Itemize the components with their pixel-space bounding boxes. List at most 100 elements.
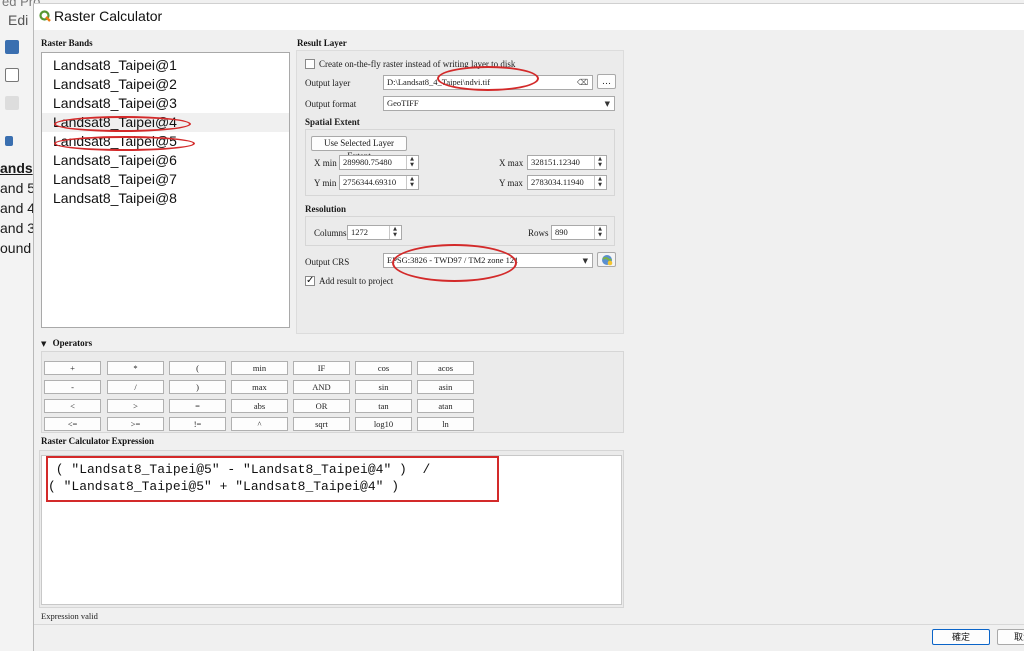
- dialog-titlebar[interactable]: Raster Calculator: [34, 4, 1024, 30]
- spatial-extent-label: Spatial Extent: [305, 117, 360, 127]
- spin-arrows-icon[interactable]: ▲ ▼: [406, 156, 417, 169]
- band-item-selected[interactable]: Landsat8_Taipei@4: [42, 113, 289, 132]
- band-item[interactable]: Landsat8_Taipei@7: [42, 170, 289, 189]
- op-sin-button[interactable]: sin: [355, 380, 412, 394]
- layer-label[interactable]: and 5: [0, 178, 35, 198]
- op-plus-button[interactable]: +: [44, 361, 101, 375]
- on-the-fly-label: Create on-the-fly raster instead of writ…: [319, 59, 516, 69]
- columns-label: Columns: [314, 228, 347, 238]
- columns-spinbox[interactable]: 1272 ▲ ▼: [347, 225, 402, 240]
- ymin-spinbox[interactable]: 2756344.69310 ▲ ▼: [339, 175, 419, 190]
- ymin-value: 2756344.69310: [343, 177, 397, 187]
- op-or-button[interactable]: OR: [293, 399, 350, 413]
- op-asin-button[interactable]: asin: [417, 380, 474, 394]
- xmin-spinbox[interactable]: 289980.75480 ▲ ▼: [339, 155, 419, 170]
- op-less-than-button[interactable]: <: [44, 399, 101, 413]
- band-item[interactable]: Landsat8_Taipei@1: [42, 56, 289, 75]
- output-format-select[interactable]: GeoTIFF ▼: [383, 96, 615, 111]
- operators-header[interactable]: ▼ Operators: [41, 338, 92, 348]
- expression-status: Expression valid: [41, 611, 98, 621]
- band-item[interactable]: Landsat8_Taipei@3: [42, 94, 289, 113]
- op-multiply-button[interactable]: *: [107, 361, 164, 375]
- vector-layer-icon[interactable]: [5, 68, 19, 82]
- op-less-equal-button[interactable]: <=: [44, 417, 101, 431]
- raster-bands-list[interactable]: Landsat8_Taipei@1 Landsat8_Taipei@2 Land…: [41, 52, 290, 328]
- columns-value: 1272: [351, 227, 368, 237]
- layer-label[interactable]: and 3: [0, 218, 35, 238]
- ok-button[interactable]: 確定: [932, 629, 990, 645]
- select-crs-button[interactable]: [597, 252, 616, 267]
- band-item[interactable]: Landsat8_Taipei@2: [42, 75, 289, 94]
- xmin-value: 289980.75480: [343, 157, 392, 167]
- layer-group-label[interactable]: ands: [0, 158, 35, 178]
- collapse-triangle-icon[interactable]: ▼: [41, 340, 46, 348]
- ymax-spinbox[interactable]: 2783034.11940 ▲ ▼: [527, 175, 607, 190]
- raster-bands-label: Raster Bands: [41, 38, 93, 48]
- op-log10-button[interactable]: log10: [355, 417, 412, 431]
- xmax-label: X max: [499, 158, 524, 168]
- chevron-down-icon: ▼: [604, 100, 610, 108]
- operators-label: Operators: [52, 338, 93, 348]
- band-item[interactable]: Landsat8_Taipei@6: [42, 151, 289, 170]
- op-cos-button[interactable]: cos: [355, 361, 412, 375]
- output-layer-field[interactable]: D:\Landsat8_4_Taipei\ndvi.tif: [383, 75, 593, 90]
- op-not-equal-button[interactable]: !=: [169, 417, 226, 431]
- op-greater-than-button[interactable]: >: [107, 399, 164, 413]
- layer-label[interactable]: and 4: [0, 198, 35, 218]
- op-acos-button[interactable]: acos: [417, 361, 474, 375]
- expression-label: Raster Calculator Expression: [41, 436, 155, 446]
- save-project-icon[interactable]: [5, 40, 19, 54]
- xmax-spinbox[interactable]: 328151.12340 ▲ ▼: [527, 155, 607, 170]
- rows-spinbox[interactable]: 890 ▲ ▼: [551, 225, 607, 240]
- expression-editor[interactable]: ( "Landsat8_Taipei@5" - "Landsat8_Taipei…: [41, 455, 622, 605]
- op-close-paren-button[interactable]: ): [169, 380, 226, 394]
- filter-icon[interactable]: [5, 136, 13, 146]
- layer-label[interactable]: ound: [0, 238, 35, 258]
- output-crs-label: Output CRS: [305, 257, 350, 267]
- result-layer-label: Result Layer: [297, 38, 347, 48]
- band-item[interactable]: Landsat8_Taipei@8: [42, 189, 289, 208]
- xmax-value: 328151.12340: [531, 157, 580, 167]
- spatial-extent-group: Use Selected Layer Extent X min 289980.7…: [305, 129, 615, 196]
- op-abs-button[interactable]: abs: [231, 399, 288, 413]
- spin-arrows-icon[interactable]: ▲ ▼: [594, 226, 605, 239]
- op-min-button[interactable]: min: [231, 361, 288, 375]
- op-atan-button[interactable]: atan: [417, 399, 474, 413]
- dialog-title: Raster Calculator: [54, 8, 163, 24]
- clear-field-icon[interactable]: ⌫: [577, 78, 588, 87]
- op-if-button[interactable]: IF: [293, 361, 350, 375]
- op-equals-button[interactable]: =: [169, 399, 226, 413]
- op-divide-button[interactable]: /: [107, 380, 164, 394]
- add-to-project-label: Add result to project: [319, 276, 394, 286]
- op-power-button[interactable]: ^: [231, 417, 288, 431]
- op-max-button[interactable]: max: [231, 380, 288, 394]
- spin-arrows-icon[interactable]: ▲ ▼: [594, 156, 605, 169]
- raster-calculator-dialog: Raster Calculator Raster Bands Landsat8_…: [33, 3, 1024, 651]
- op-open-paren-button[interactable]: (: [169, 361, 226, 375]
- output-crs-select[interactable]: EPSG:3826 - TWD97 / TM2 zone 121 ▼: [383, 253, 593, 268]
- spin-arrows-icon[interactable]: ▲ ▼: [594, 176, 605, 189]
- globe-icon: [601, 255, 612, 266]
- browse-button[interactable]: …: [597, 74, 616, 89]
- main-menu-fragment[interactable]: Edi: [8, 12, 28, 28]
- ymax-value: 2783034.11940: [531, 177, 584, 187]
- spin-arrows-icon[interactable]: ▲ ▼: [406, 176, 417, 189]
- cancel-button[interactable]: 取消: [997, 629, 1024, 645]
- op-minus-button[interactable]: -: [44, 380, 101, 394]
- band-item[interactable]: Landsat8_Taipei@5: [42, 132, 289, 151]
- output-layer-label: Output layer: [305, 78, 351, 88]
- use-layer-extent-button[interactable]: Use Selected Layer Extent: [311, 136, 407, 161]
- divider: [34, 624, 1024, 625]
- toolbar-icon[interactable]: [5, 96, 19, 110]
- spin-arrows-icon[interactable]: ▲ ▼: [389, 226, 400, 239]
- on-the-fly-checkbox[interactable]: [305, 59, 315, 69]
- op-and-button[interactable]: AND: [293, 380, 350, 394]
- op-greater-equal-button[interactable]: >=: [107, 417, 164, 431]
- op-tan-button[interactable]: tan: [355, 399, 412, 413]
- op-sqrt-button[interactable]: sqrt: [293, 417, 350, 431]
- qgis-logo-icon: [39, 10, 51, 22]
- op-ln-button[interactable]: ln: [417, 417, 474, 431]
- rows-label: Rows: [528, 228, 549, 238]
- add-to-project-checkbox[interactable]: [305, 275, 315, 286]
- rows-value: 890: [555, 227, 568, 237]
